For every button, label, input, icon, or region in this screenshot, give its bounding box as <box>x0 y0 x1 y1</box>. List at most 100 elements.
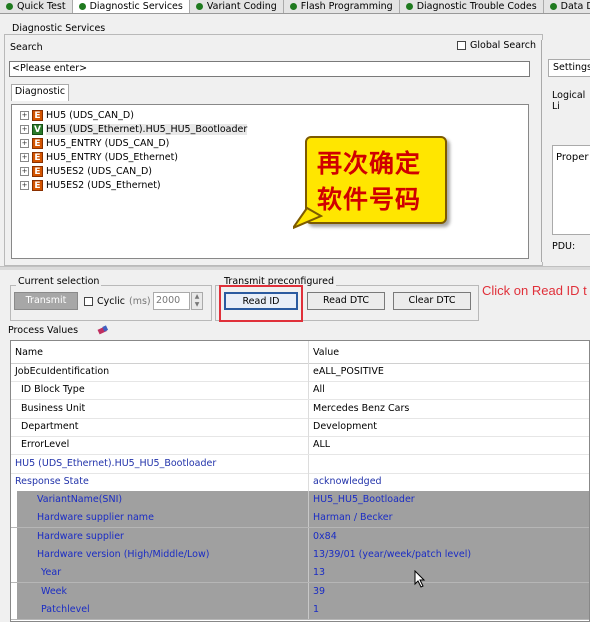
cyclic-interval-input[interactable]: 2000 <box>153 292 190 310</box>
tab-label: Quick Test <box>17 1 66 12</box>
global-search-label: Global Search <box>470 40 536 51</box>
tab-diagnostic-trouble-codes[interactable]: Diagnostic Trouble Codes <box>399 0 544 13</box>
table-row[interactable]: HU5 (UDS_Ethernet).HU5_HU5_Bootloader <box>11 454 589 474</box>
table-row[interactable]: Hardware version (High/Middle/Low) 13/39/… <box>11 546 589 565</box>
transmit-button[interactable]: Transmit <box>14 292 78 310</box>
process-values-grid: Name Value JobEcuIdentification eALL_POSI… <box>10 340 590 622</box>
row-name: Hardware supplier name <box>37 512 154 524</box>
read-id-button[interactable]: Read ID <box>224 292 298 310</box>
clear-dtc-button[interactable]: Clear DTC <box>393 292 471 310</box>
spin-up-icon[interactable]: ▲ <box>192 293 202 301</box>
tab-label: Flash Programming <box>300 1 393 12</box>
table-row[interactable]: Response State acknowledged <box>11 472 589 492</box>
tree-node[interactable]: + E HU5 (UDS_CAN_D) <box>20 109 134 122</box>
row-name: Week <box>41 585 68 597</box>
row-name: Year <box>41 567 62 579</box>
status-dot-icon <box>405 3 413 10</box>
tree-node[interactable]: + E HU5ES2 (UDS_CAN_D) <box>20 165 152 178</box>
value-column-header[interactable]: Value <box>313 347 339 358</box>
tab-diagnostic-services[interactable]: Diagnostic Services <box>72 0 190 13</box>
logical-link-label: Logical Li <box>552 90 586 112</box>
ecu-variant-icon: E <box>32 180 43 191</box>
ecu-variant-icon: V <box>32 124 43 135</box>
callout-line-1: 再次确定 <box>317 149 422 178</box>
status-dot-icon <box>6 3 13 10</box>
callout-pointer <box>293 206 323 230</box>
mouse-cursor-icon <box>414 570 426 588</box>
table-row[interactable]: Hardware supplier name Harman / Becker <box>11 509 589 529</box>
name-column-header[interactable]: Name <box>15 347 43 358</box>
settings-tab[interactable]: Settings <box>548 59 590 77</box>
read-dtc-button[interactable]: Read DTC <box>307 292 385 310</box>
expand-icon[interactable]: + <box>20 125 29 134</box>
process-values-title: Process Values <box>8 325 79 336</box>
tree-node[interactable]: + V HU5 (UDS_Ethernet).HU5_HU5_Bootloader <box>20 123 248 136</box>
expand-icon[interactable]: + <box>20 153 29 162</box>
table-row[interactable]: VariantName(SNI) HU5_HU5_Bootloader <box>11 491 589 511</box>
horizontal-splitter[interactable] <box>0 266 590 270</box>
expand-icon[interactable]: + <box>20 139 29 148</box>
row-indent-strip <box>11 527 17 546</box>
tree-node[interactable]: + E HU5_ENTRY (UDS_CAN_D) <box>20 137 169 150</box>
expand-icon[interactable]: + <box>20 167 29 176</box>
tab-quick-test[interactable]: Quick Test <box>0 0 73 13</box>
table-row[interactable]: Year 13 <box>11 564 589 584</box>
row-name: Business Unit <box>21 402 86 414</box>
row-indent-strip <box>11 582 17 601</box>
tab-flash-programming[interactable]: Flash Programming <box>283 0 400 13</box>
row-name: VariantName(SNI) <box>37 494 123 506</box>
pdu-label: PDU: <box>552 241 576 252</box>
tree-node-label: HU5_ENTRY (UDS_Ethernet) <box>46 152 179 163</box>
expand-icon[interactable]: + <box>20 181 29 190</box>
table-row[interactable]: ErrorLevel ALL <box>11 436 589 456</box>
diagnostic-tab[interactable]: Diagnostic <box>11 84 69 101</box>
table-row[interactable]: Patchlevel 1 <box>11 600 589 620</box>
tree-node-label: HU5_ENTRY (UDS_CAN_D) <box>46 138 170 149</box>
tab-label: Data Displa <box>560 1 590 12</box>
row-name: Hardware supplier <box>37 530 124 542</box>
tree-node[interactable]: + E HU5ES2 (UDS_Ethernet) <box>20 179 161 192</box>
row-value: acknowledged <box>313 475 382 487</box>
row-value: HU5_HU5_Bootloader <box>313 494 415 506</box>
spin-down-icon[interactable]: ▼ <box>192 301 202 309</box>
table-row[interactable]: Department Development <box>11 417 589 437</box>
current-selection-title: Current selection <box>16 276 102 287</box>
row-indent-strip <box>11 509 17 528</box>
tab-variant-coding[interactable]: Variant Coding <box>189 0 284 13</box>
tree-node-label: HU5ES2 (UDS_Ethernet) <box>46 180 161 191</box>
properties-box: Proper <box>552 145 590 235</box>
table-row[interactable]: Business Unit Mercedes Benz Cars <box>11 399 589 419</box>
table-row[interactable]: Week 39 <box>11 582 589 602</box>
status-dot-icon <box>78 3 86 10</box>
cyclic-label: Cyclic <box>97 296 125 307</box>
status-dot-icon <box>195 3 203 10</box>
row-value: 13/39/01 (year/week/patch level) <box>313 549 472 560</box>
interval-spinner[interactable]: ▲ ▼ <box>191 292 203 310</box>
callout-text: 再次确定 软件号码 <box>317 146 421 218</box>
expand-icon[interactable]: + <box>20 111 29 120</box>
row-value: 39 <box>313 585 326 597</box>
status-dot-icon <box>549 3 557 10</box>
tree-node-label: HU5 (UDS_Ethernet).HU5_HU5_Bootloader <box>46 124 248 135</box>
global-search-checkbox[interactable] <box>457 41 466 50</box>
row-value: Harman / Becker <box>313 512 393 524</box>
tab-label: Variant Coding <box>206 1 277 12</box>
clear-eraser-icon[interactable] <box>97 325 109 335</box>
table-row[interactable]: ID Block Type All <box>11 381 589 401</box>
table-row[interactable]: JobEcuIdentification eALL_POSITIVE <box>11 363 589 382</box>
row-value: All <box>313 384 325 396</box>
row-value: 1 <box>313 603 320 615</box>
grid-header: Name Value <box>11 341 589 364</box>
row-value: Development <box>313 420 377 432</box>
tab-data-displa[interactable]: Data Displa <box>543 0 590 13</box>
row-name: Department <box>21 420 79 432</box>
diagnostic-services-title: Diagnostic Services <box>10 23 108 34</box>
search-input[interactable]: <Please enter> <box>9 61 530 77</box>
row-name: JobEcuIdentification <box>15 366 110 377</box>
row-name: ID Block Type <box>21 384 85 396</box>
tree-node[interactable]: + E HU5_ENTRY (UDS_Ethernet) <box>20 151 178 164</box>
table-row[interactable]: Hardware supplier 0x84 <box>11 527 589 547</box>
settings-tab-label: Settings <box>553 62 590 73</box>
ecu-variant-icon: E <box>32 152 43 163</box>
cyclic-checkbox[interactable] <box>84 297 93 306</box>
